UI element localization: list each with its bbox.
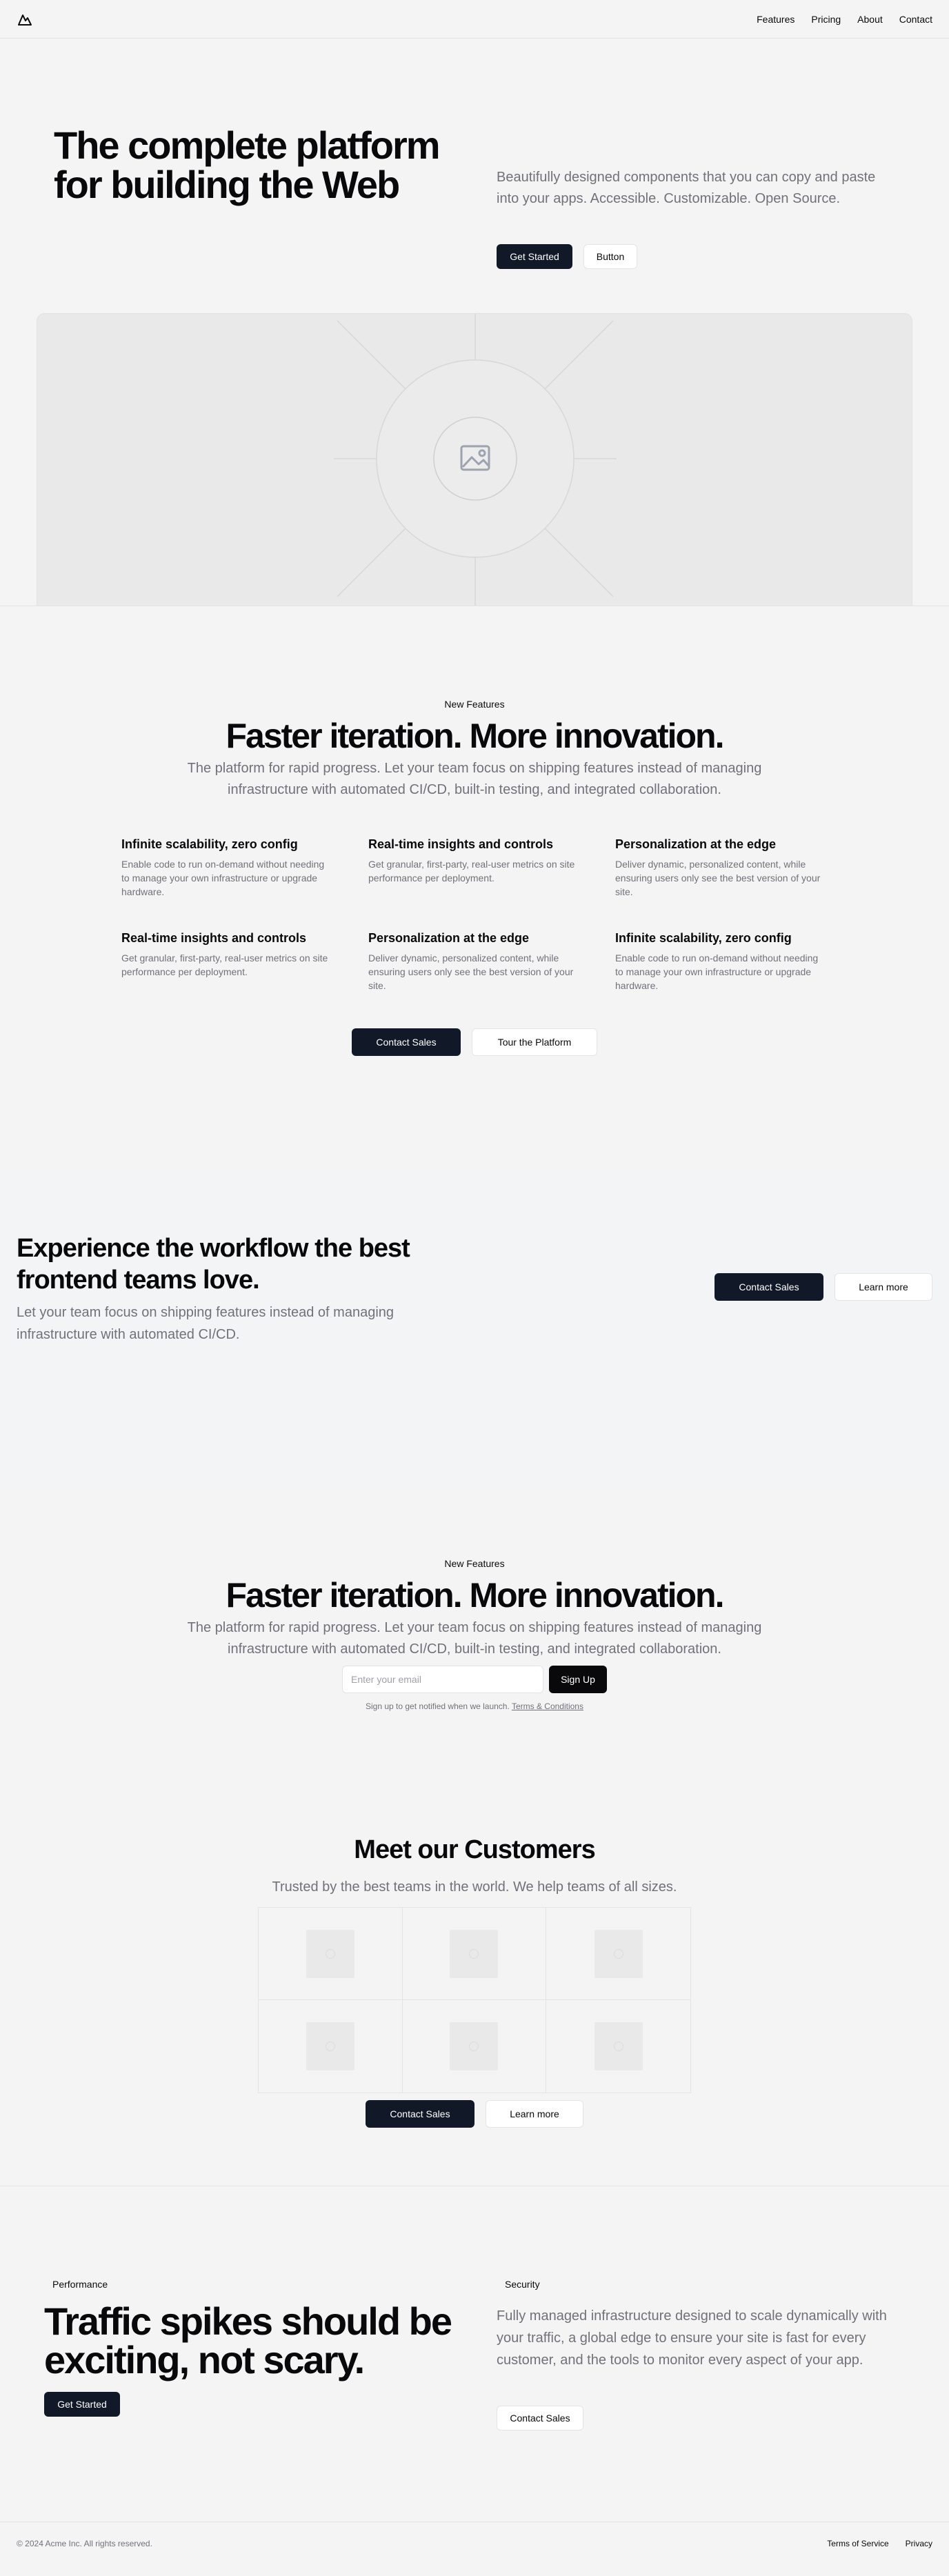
customer-logo-cell <box>403 2000 547 2093</box>
image-placeholder-icon <box>334 314 617 606</box>
feature-body: Get granular, first-party, real-user met… <box>368 859 575 883</box>
nav-features[interactable]: Features <box>757 14 795 25</box>
feature-card: Infinite scalability, zero config Enable … <box>615 930 828 992</box>
performance-badge: Performance <box>44 2276 117 2293</box>
terms-of-service-link[interactable]: Terms of Service <box>827 2539 888 2548</box>
fine-print-text: Sign up to get notified when we launch. <box>366 1701 510 1711</box>
customer-logo <box>306 1929 354 1978</box>
features-eyebrow: New Features <box>444 699 505 710</box>
customer-logo <box>594 1929 643 1978</box>
customer-logo-grid <box>258 1907 691 2093</box>
signup-form: Sign Up <box>342 1666 607 1693</box>
feature-body: Deliver dynamic, personalized content, w… <box>368 952 574 991</box>
signup-fine-print: Sign up to get notified when we launch. … <box>0 1701 949 1711</box>
customer-logo <box>306 2022 354 2070</box>
contact-sales-button[interactable]: Contact Sales <box>715 1273 823 1301</box>
feature-title: Infinite scalability, zero config <box>121 837 298 851</box>
performance-description: Fully managed infrastructure designed to… <box>497 2308 887 2368</box>
privacy-link[interactable]: Privacy <box>906 2539 932 2548</box>
feature-body: Deliver dynamic, personalized content, w… <box>615 859 821 897</box>
nav-about[interactable]: About <box>857 14 883 25</box>
mountain-icon[interactable] <box>17 11 33 28</box>
site-footer: © 2024 Acme Inc. All rights reserved. Te… <box>0 2522 949 2564</box>
secondary-button[interactable]: Button <box>583 244 637 269</box>
contact-sales-button[interactable]: Contact Sales <box>352 1028 461 1056</box>
workflow-title: Experience the workflow the best fronten… <box>17 1234 410 1295</box>
feature-card: Real-time insights and controls Get granu… <box>368 837 581 899</box>
feature-card: Infinite scalability, zero config Enable … <box>121 837 334 899</box>
hero-image-placeholder <box>37 313 912 606</box>
customer-logo-cell <box>402 1908 547 2000</box>
main-nav: Features Pricing About Contact <box>757 14 932 25</box>
hero-description: Beautifully designed components that you… <box>497 170 876 206</box>
signup-title: Faster iteration. More innovation. <box>226 1576 725 1615</box>
feature-title: Real-time insights and controls <box>368 837 554 851</box>
get-started-button[interactable]: Get Started <box>44 2392 120 2417</box>
get-started-button[interactable]: Get Started <box>497 244 572 269</box>
feature-title: Personalization at the edge <box>615 837 777 851</box>
customer-logo <box>450 1929 499 1978</box>
terms-link[interactable]: Terms & Conditions <box>512 1701 583 1711</box>
workflow-description: Let your team focus on shipping features… <box>17 1305 394 1342</box>
customer-logo-cell <box>546 2000 690 2093</box>
feature-body: Get granular, first-party, real-user met… <box>121 952 328 977</box>
nav-contact[interactable]: Contact <box>899 14 932 25</box>
signup-section: New Features Faster iteration. More inno… <box>0 1488 949 1793</box>
feature-title: Real-time insights and controls <box>121 931 307 945</box>
customers-section: Meet our Customers Trusted by the best t… <box>0 1793 949 2186</box>
performance-section: Performance Security Traffic spikes shou… <box>0 2186 949 2522</box>
features-grid: Infinite scalability, zero config Enable … <box>121 837 825 992</box>
site-header: Features Pricing About Contact <box>0 0 949 39</box>
sign-up-button[interactable]: Sign Up <box>549 1666 607 1693</box>
copyright: © 2024 Acme Inc. All rights reserved. <box>17 2539 152 2548</box>
signup-eyebrow: New Features <box>444 1558 505 1569</box>
signup-subtitle: The platform for rapid progress. Let you… <box>187 1620 762 1657</box>
security-badge: Security <box>497 2276 548 2293</box>
customer-logo <box>450 2022 499 2070</box>
hero-title: The complete platform for building the W… <box>54 123 441 206</box>
customer-logo-cell <box>259 1908 403 2000</box>
customer-logo <box>594 2022 643 2070</box>
customer-logo-cell <box>259 2000 403 2093</box>
customers-subtitle: Trusted by the best teams in the world. … <box>272 1879 677 1895</box>
performance-title: Traffic spikes should be exciting, not s… <box>44 2299 452 2382</box>
contact-sales-button[interactable]: Contact Sales <box>366 2100 474 2128</box>
features-section: New Features Faster iteration. More inno… <box>0 606 949 1172</box>
feature-body: Enable code to run on-demand without nee… <box>121 859 325 897</box>
feature-card: Personalization at the edge Deliver dynam… <box>615 837 828 899</box>
tour-platform-button[interactable]: Tour the Platform <box>472 1028 597 1056</box>
email-input[interactable] <box>342 1666 543 1693</box>
hero-section: The complete platform for building the W… <box>0 39 949 274</box>
learn-more-button[interactable]: Learn more <box>486 2100 583 2128</box>
feature-card: Personalization at the edge Deliver dynam… <box>368 930 581 992</box>
feature-title: Personalization at the edge <box>368 931 530 945</box>
nav-pricing[interactable]: Pricing <box>811 14 841 25</box>
feature-title: Infinite scalability, zero config <box>615 931 792 945</box>
feature-body: Enable code to run on-demand without nee… <box>615 952 819 991</box>
feature-card: Real-time insights and controls Get granu… <box>121 930 334 992</box>
workflow-section: Experience the workflow the best fronten… <box>0 1172 949 1488</box>
features-title: Faster iteration. More innovation. <box>226 717 725 755</box>
learn-more-button[interactable]: Learn more <box>835 1273 932 1301</box>
customer-logo-cell <box>546 1908 690 2000</box>
contact-sales-button[interactable]: Contact Sales <box>497 2406 583 2430</box>
features-subtitle: The platform for rapid progress. Let you… <box>187 761 762 797</box>
customers-title: Meet our Customers <box>354 1835 595 1864</box>
